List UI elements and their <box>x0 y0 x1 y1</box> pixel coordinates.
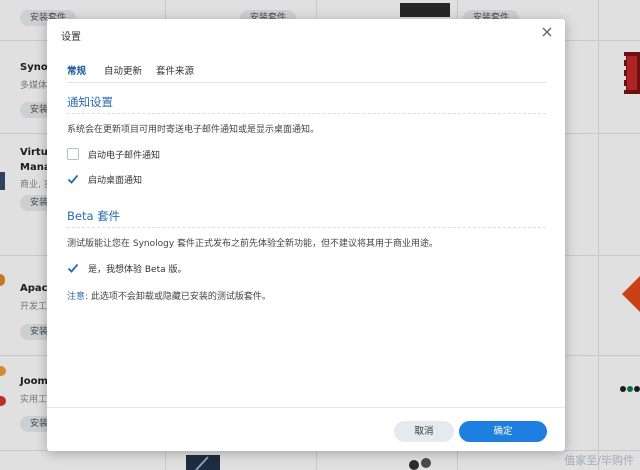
note-text: 此选项不会卸载或隐藏已安装的测试版套件。 <box>90 292 271 302</box>
tab-auto-update[interactable]: 自动更新 <box>104 63 142 77</box>
beta-section-title: Beta 套件 <box>67 209 121 223</box>
checkmark-icon[interactable] <box>67 173 79 185</box>
footer-divider <box>47 407 565 408</box>
dialog-title: 设置 <box>61 32 81 43</box>
note-label: 注意: <box>67 292 89 302</box>
close-icon[interactable] <box>539 24 555 40</box>
notification-section-title: 通知设置 <box>67 95 113 109</box>
cancel-button[interactable]: 取消 <box>394 421 454 442</box>
beta-opt-in-label: 是，我想体验 Beta 版。 <box>88 265 187 275</box>
tab-general[interactable]: 常规 <box>67 63 86 77</box>
notification-description: 系统会在更新项目可用时寄送电子邮件通知或是显示桌面通知。 <box>67 125 320 135</box>
ok-button[interactable]: 确定 <box>459 421 547 442</box>
section-divider <box>67 227 546 229</box>
section-divider <box>67 113 546 115</box>
email-notification-label: 启动电子邮件通知 <box>88 151 161 161</box>
email-notification-checkbox[interactable] <box>67 148 79 160</box>
tab-package-sources[interactable]: 套件来源 <box>156 63 194 77</box>
settings-dialog: 设置 常规 自动更新 套件来源 通知设置 系统会在更新项目可用时寄送电子邮件通知… <box>47 19 565 451</box>
desktop-notification-label: 启动桌面通知 <box>88 176 143 186</box>
tabs-divider <box>67 82 546 83</box>
beta-description: 测试版能让您在 Synology 套件正式发布之前先体验全新功能，但不建议将其用… <box>67 239 439 249</box>
checkmark-icon[interactable] <box>67 262 79 274</box>
beta-note: 注意: 此选项不会卸载或隐藏已安装的测试版套件。 <box>67 289 271 302</box>
